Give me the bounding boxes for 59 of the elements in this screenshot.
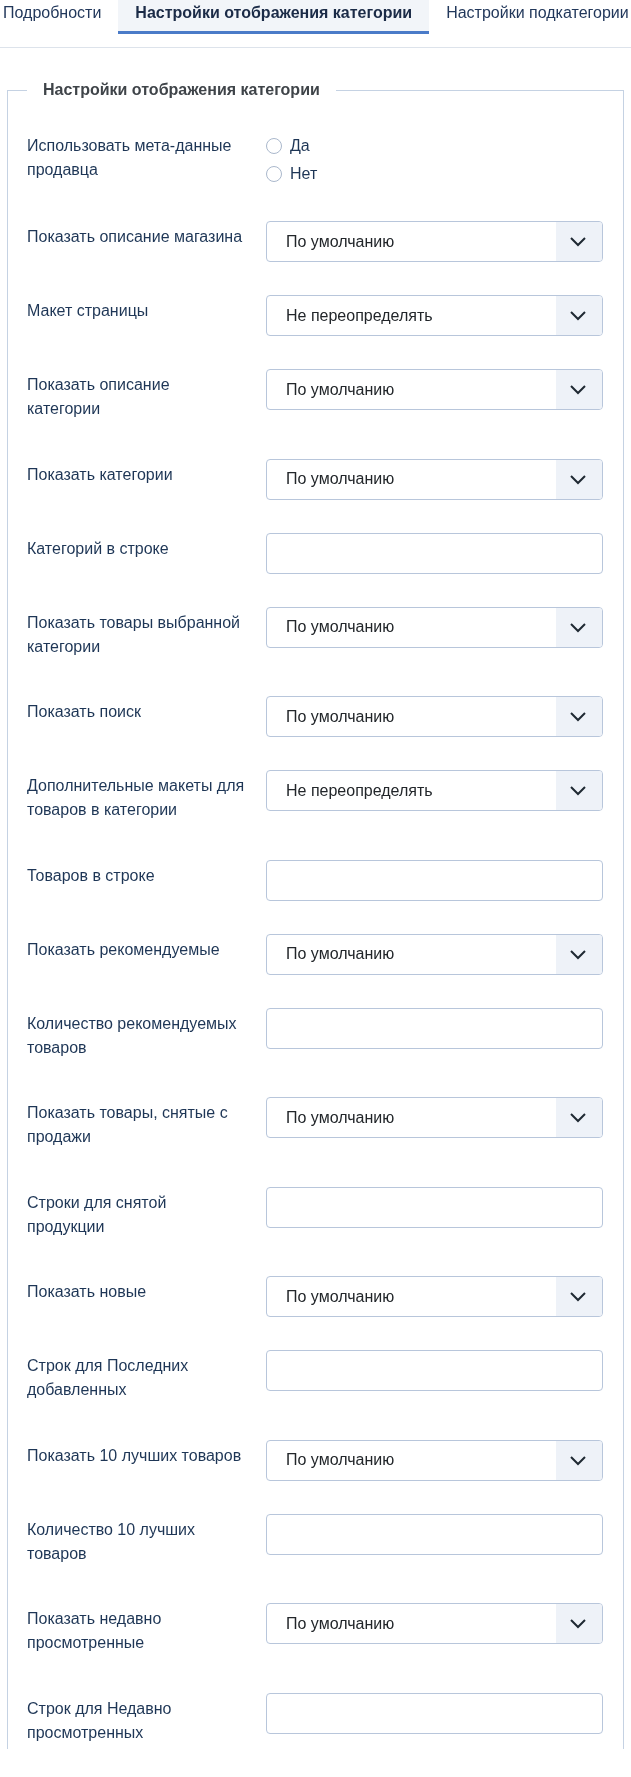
input-field[interactable]	[266, 1692, 603, 1734]
tab[interactable]: Подробности	[0, 0, 119, 34]
field-label: Показать новые	[27, 1282, 148, 1302]
select-dropdown[interactable]: По умолчанию	[266, 1276, 603, 1317]
chevron-down-icon	[556, 1098, 602, 1137]
field-label: Показать поиск	[27, 702, 142, 722]
field-label: Строки для снятой продукции	[27, 1192, 168, 1237]
select-dropdown[interactable]: По умолчанию	[266, 369, 603, 410]
tab[interactable]: Настройки отображения категории	[118, 0, 430, 34]
chevron-down-icon	[556, 222, 602, 261]
chevron-down-icon	[556, 1277, 602, 1316]
radio-button[interactable]	[266, 138, 282, 154]
chevron-down-icon	[556, 1604, 602, 1643]
field-label: Использовать мета-данные продавца	[27, 136, 233, 180]
select-dropdown[interactable]: По умолчанию	[266, 606, 603, 648]
radio-button[interactable]	[266, 166, 282, 182]
chevron-down-icon	[556, 459, 602, 499]
select-dropdown[interactable]: По умолчанию	[266, 458, 603, 500]
input-field[interactable]	[266, 1350, 603, 1391]
radio-option[interactable]: Да	[266, 132, 318, 160]
chevron-down-icon	[556, 697, 602, 736]
field-label: Строк для Недавно просмотренных	[27, 1698, 173, 1743]
field-label: Показать описание категории	[27, 375, 171, 419]
field-label: Товаров в строке	[27, 865, 156, 886]
chevron-down-icon	[556, 1440, 602, 1480]
field-label: Показать недавно просмотренные	[27, 1609, 163, 1653]
select-dropdown[interactable]: Не переопределять	[266, 295, 603, 336]
field-label: Строк для Последних добавленных	[27, 1356, 190, 1400]
select-dropdown[interactable]: По умолчанию	[266, 1097, 603, 1138]
tab[interactable]: Настройки подкатегории	[429, 0, 631, 34]
fieldset-legend: Настройки отображения категории	[27, 78, 336, 102]
select-dropdown[interactable]: По умолчанию	[266, 696, 603, 737]
field-label: Дополнительные макеты для товаров в категории	[27, 776, 246, 820]
chevron-down-icon	[556, 370, 602, 409]
chevron-down-icon	[556, 607, 602, 647]
select-dropdown[interactable]: Не переопределять	[266, 770, 603, 811]
field-label: Показать 10 лучших товаров	[27, 1445, 243, 1466]
select-dropdown[interactable]: По умолчанию	[266, 1439, 603, 1481]
input-field[interactable]	[266, 532, 603, 574]
field-label: Показать описание магазина	[27, 227, 244, 247]
select-dropdown[interactable]: По умолчанию	[266, 1603, 603, 1644]
field-label: Количество рекомендуемых товаров	[27, 1013, 238, 1058]
input-field[interactable]	[266, 1186, 603, 1228]
chevron-down-icon	[556, 934, 602, 974]
select-dropdown[interactable]: По умолчанию	[266, 221, 603, 262]
input-field[interactable]	[266, 1513, 603, 1555]
radio-option[interactable]: Нет	[266, 160, 318, 188]
field-label: Количество 10 лучших товаров	[27, 1519, 197, 1564]
input-field[interactable]	[266, 859, 603, 901]
chevron-down-icon	[556, 771, 602, 810]
select-dropdown[interactable]: По умолчанию	[266, 933, 603, 975]
field-label: Показать рекомендуемые	[27, 939, 221, 960]
field-label: Категорий в строке	[27, 538, 170, 559]
field-label: Показать товары, снятые с продажи	[27, 1103, 229, 1147]
input-field[interactable]	[266, 1007, 603, 1049]
field-label: Макет страницы	[27, 301, 150, 321]
field-label: Показать товары выбранной категории	[27, 612, 242, 657]
chevron-down-icon	[556, 296, 602, 335]
field-label: Показать категории	[27, 464, 174, 485]
